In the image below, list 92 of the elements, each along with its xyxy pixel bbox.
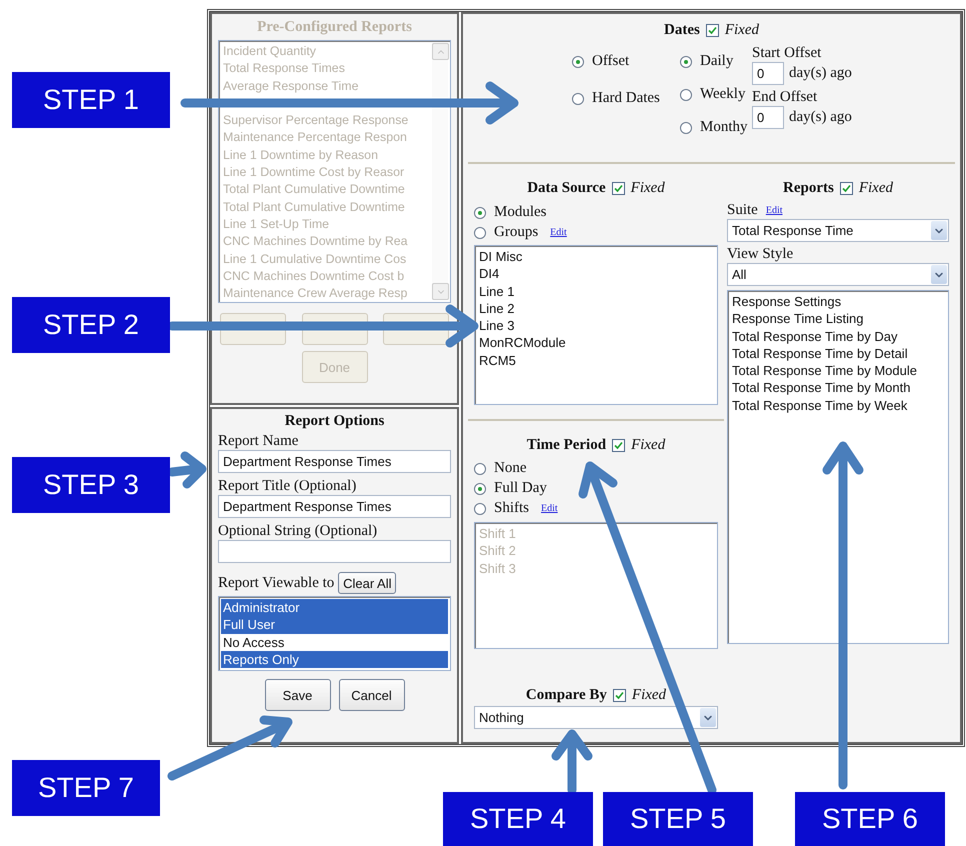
field-label: Start Offset [752,45,822,62]
section-title: Dates [664,22,700,39]
fixed-label: Fixed [632,687,666,704]
panel-title: Report Options [284,413,386,430]
panel-title: Pre-Configured Reports [256,19,413,36]
list-item[interactable]: Response Time Listing [730,310,946,328]
checkbox[interactable] [612,439,626,452]
text-field[interactable] [218,540,451,563]
fixed-label: Fixed [631,437,666,454]
field-label: End Offset [752,89,818,106]
offset-field[interactable]: 0 [752,106,784,129]
section-title: Data Source [527,180,606,197]
list-item[interactable]: Reports Only [221,650,448,668]
step-label: STEP 1 [12,72,170,128]
step-label: STEP 6 [795,792,945,846]
list-item[interactable]: Total Response Time by Day [730,328,946,345]
section-title: Time Period [526,437,606,454]
list-item[interactable]: Line 3 [477,317,715,334]
form-button[interactable]: Save [264,679,330,711]
radio-button[interactable] [474,462,486,474]
option-label: Full Day [494,480,547,497]
step-label: STEP 2 [12,297,170,353]
option-label: Monthy [700,119,748,136]
form-button[interactable]: Cancel [338,679,404,711]
unit-label: day(s) ago [789,109,852,126]
radio-button[interactable] [572,56,584,68]
checkbox[interactable] [612,182,625,195]
dropdown-icon[interactable] [931,265,947,284]
field-label: Optional String (Optional) [218,523,378,540]
radio-button[interactable] [680,88,692,100]
report-list[interactable]: Response Settings Response Time Listing Total Response Time by Day Total Response Time by Detail Total Response Time by Module Total Response Time by Month Total Response Time by Week [727,290,949,644]
option-label: Hard Dates [592,90,660,107]
list-item[interactable]: Total Response Time by Month [730,379,946,397]
list-item[interactable]: DI Misc [477,248,715,266]
list-item[interactable]: Total Response Time by Week [730,396,946,414]
radio-button[interactable] [474,226,486,238]
option-label: Offset [592,53,630,70]
text-field[interactable]: Department Response Times [218,450,451,473]
field-label: Report Viewable to [218,574,334,592]
text-field[interactable]: Department Response Times [218,495,451,518]
radio-button[interactable] [572,92,584,104]
section-title: Compare By [526,687,607,704]
clear-all-button[interactable]: Clear All [338,572,396,594]
modules-list[interactable]: DI Misc DI4 Line 1 Line 2 Line 3 MonRCModule RCM5 [474,245,718,405]
option-label: Modules [494,204,546,221]
checkbox[interactable] [840,182,853,195]
list-item[interactable]: RCM5 [477,352,715,370]
field-label: Report Title (Optional) [218,478,358,495]
edit-link[interactable]: Edit [766,205,783,216]
list-item[interactable]: Response Settings [730,293,946,310]
list-item[interactable]: Total Response Time by Module [730,362,946,380]
step-label: STEP 5 [603,792,753,846]
list-item[interactable]: Administrator [221,599,448,616]
roles-list[interactable]: Administrator Full User No Access Reports Only [218,596,451,671]
radio-button[interactable] [474,482,486,494]
fixed-label: Fixed [630,180,665,197]
option-label: Groups [494,224,538,241]
list-item[interactable]: DI4 [477,265,715,283]
checkbox[interactable] [706,24,719,37]
field-label: Report Name [218,433,300,450]
option-label: Shifts [494,500,530,517]
list-item[interactable]: MonRCModule [477,334,715,352]
field-label: View Style [727,246,794,263]
edit-link[interactable]: Edit [550,227,567,238]
suite-select[interactable]: Total Response Time [727,219,949,242]
step-label: STEP 7 [12,760,160,816]
list-item[interactable]: Line 2 [477,300,715,318]
view-style-select[interactable]: All [727,263,949,286]
dropdown-icon[interactable] [931,221,947,240]
radio-button[interactable] [680,56,692,68]
radio-button[interactable] [680,122,692,134]
radio-button[interactable] [474,206,486,218]
radio-button[interactable] [474,502,486,514]
field-label: Suite [727,202,758,219]
list-item[interactable]: No Access [221,634,448,651]
option-label: Weekly [700,86,746,103]
list-item[interactable]: Line 1 [477,282,715,300]
unit-label: day(s) ago [789,65,852,82]
option-label: Daily [700,53,734,70]
step-label: STEP 4 [443,792,593,846]
option-label: None [494,460,526,477]
dropdown-icon[interactable] [700,708,716,727]
edit-link[interactable]: Edit [541,503,558,514]
fixed-label: Fixed [724,22,759,39]
section-title: Reports [783,180,834,197]
list-item[interactable]: Total Response Time by Detail [730,344,946,362]
offset-field[interactable]: 0 [752,62,784,85]
fixed-label: Fixed [858,180,893,197]
step-label: STEP 3 [12,457,170,513]
compare-by-select[interactable]: Nothing [474,706,718,729]
checkbox[interactable] [612,689,626,702]
list-item[interactable]: Full User [221,616,448,634]
